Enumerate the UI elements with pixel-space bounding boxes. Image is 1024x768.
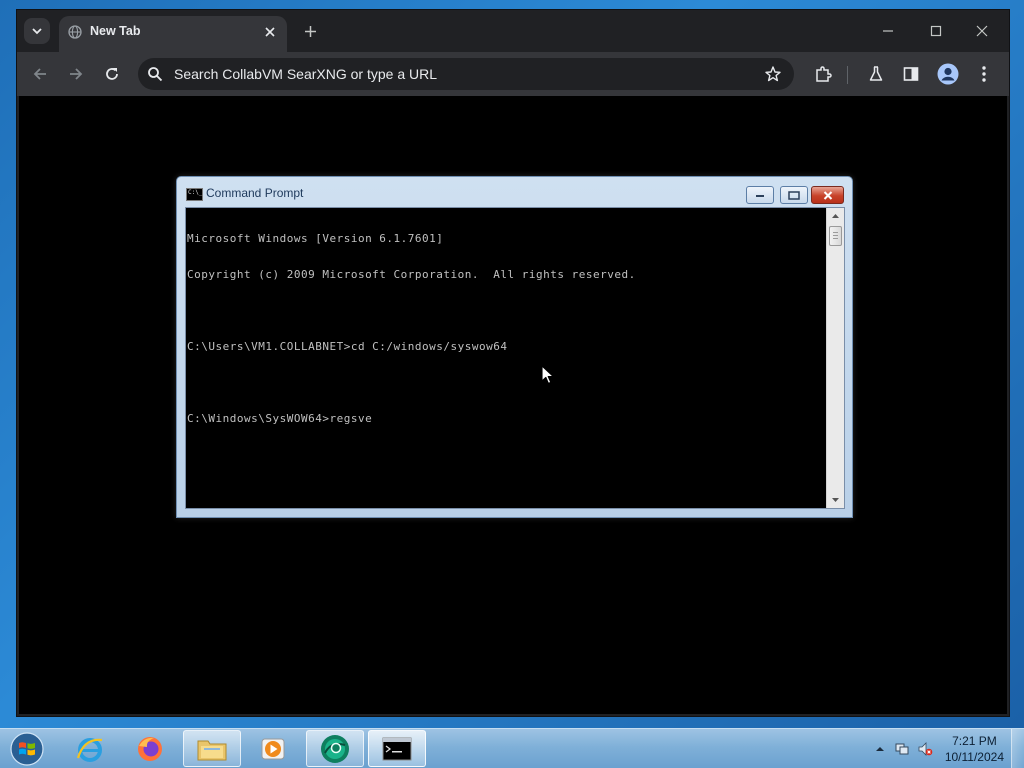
profile-button[interactable] [934, 60, 962, 88]
folder-icon [197, 740, 227, 760]
back-button[interactable] [26, 60, 54, 88]
show-hidden-icons-arrow[interactable] [872, 741, 888, 757]
side-panel-button[interactable] [897, 60, 925, 88]
cmd-icon [382, 737, 412, 760]
restore-icon [788, 190, 800, 200]
minimize-button[interactable] [870, 18, 906, 44]
forward-button[interactable] [62, 60, 90, 88]
mouse-pointer-icon [541, 365, 554, 384]
taskbar-explorer[interactable] [183, 730, 241, 767]
clock-time: 7:21 PM [952, 734, 997, 748]
taskbar-media-player[interactable] [244, 730, 302, 767]
arrow-up-icon [832, 214, 839, 218]
cmd-icon: C:\_ [186, 188, 203, 201]
window-title: Command Prompt [206, 186, 304, 200]
clock[interactable]: 7:21 PM 10/11/2024 [945, 733, 1004, 765]
avatar-icon [937, 63, 959, 85]
puzzle-icon [816, 66, 832, 82]
windows-logo-icon [10, 732, 44, 766]
media-player-icon [261, 738, 285, 759]
network-icon[interactable] [894, 741, 910, 757]
labs-button[interactable] [862, 60, 890, 88]
tab-close-button[interactable] [261, 23, 279, 41]
search-icon [148, 67, 163, 82]
arrow-down-icon [832, 498, 839, 502]
more-vert-icon [982, 66, 986, 82]
console-line: C:\Users\VM1.COLLABNET>cd C:/windows/sys… [187, 340, 508, 353]
address-bar[interactable]: Search CollabVM SearXNG or type a URL [138, 58, 794, 90]
console-line: Microsoft Windows [Version 6.1.7601] [187, 232, 444, 245]
system-tray: 7:21 PM 10/11/2024 [864, 729, 1024, 768]
clock-date: 10/11/2024 [944, 750, 1004, 764]
close-icon [823, 190, 832, 200]
chrome-icon [321, 734, 349, 763]
maximize-icon [930, 25, 942, 37]
cmd-close-button[interactable] [811, 186, 844, 204]
close-icon [265, 27, 275, 37]
arrow-right-icon [70, 68, 83, 80]
reload-button[interactable] [98, 60, 126, 88]
tab-search-button[interactable] [24, 18, 50, 44]
chevron-down-icon [32, 28, 42, 35]
console-output[interactable]: Microsoft Windows [Version 6.1.7601] Cop… [186, 208, 827, 509]
taskbar-chrome[interactable] [306, 730, 364, 767]
command-prompt-window[interactable]: C:\_ Command Prompt Microsoft Windows [V… [176, 176, 853, 518]
taskbar-firefox[interactable] [121, 730, 179, 767]
start-button[interactable] [6, 730, 48, 768]
extensions-button[interactable] [809, 60, 837, 88]
scroll-down-button[interactable] [827, 492, 844, 508]
cmd-minimize-button[interactable] [746, 186, 774, 204]
plus-icon [304, 25, 316, 37]
tab-new-tab[interactable]: New Tab [59, 16, 287, 52]
menu-button[interactable] [970, 60, 998, 88]
new-tab-button[interactable] [300, 21, 320, 41]
taskbar: 7:21 PM 10/11/2024 [0, 728, 1024, 768]
vertical-scrollbar[interactable] [826, 208, 844, 508]
ie-icon [76, 737, 103, 762]
maximize-button[interactable] [918, 18, 954, 44]
reload-icon [106, 68, 118, 80]
globe-icon [68, 25, 82, 39]
console-area[interactable]: Microsoft Windows [Version 6.1.7601] Cop… [185, 207, 845, 509]
side-panel-icon [903, 67, 919, 81]
show-desktop-button[interactable] [1011, 729, 1024, 768]
close-window-button[interactable] [964, 18, 1000, 44]
firefox-icon [138, 736, 162, 761]
arrow-left-icon [33, 68, 46, 80]
minimize-icon [883, 30, 893, 32]
toolbar-divider [847, 66, 848, 84]
cmd-titlebar[interactable]: C:\_ Command Prompt [177, 177, 852, 207]
taskbar-cmd[interactable] [368, 730, 426, 767]
scroll-up-button[interactable] [827, 208, 844, 224]
console-line: Copyright (c) 2009 Microsoft Corporation… [187, 268, 636, 281]
console-input-line[interactable]: C:\Windows\SysWOW64>regsve [187, 413, 827, 425]
address-bar-placeholder: Search CollabVM SearXNG or type a URL [174, 66, 437, 82]
cmd-maximize-button[interactable] [780, 186, 808, 204]
bookmark-star-icon[interactable] [764, 65, 782, 83]
tab-strip: New Tab [17, 10, 1009, 52]
minimize-icon [756, 195, 764, 197]
tab-title: New Tab [90, 24, 141, 38]
flask-icon [869, 66, 883, 81]
scrollbar-thumb[interactable] [829, 226, 842, 246]
taskbar-ie[interactable] [61, 730, 119, 767]
volume-muted-icon[interactable] [917, 741, 933, 757]
close-icon [976, 25, 988, 37]
browser-toolbar: Search CollabVM SearXNG or type a URL [17, 52, 1009, 96]
